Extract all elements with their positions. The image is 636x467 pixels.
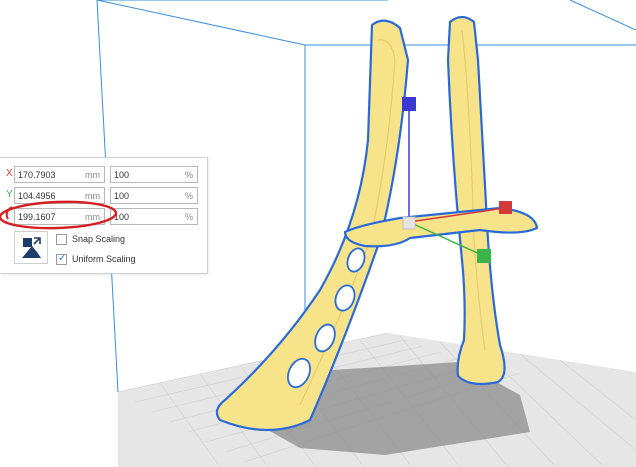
scale-tool-icon[interactable] xyxy=(14,231,48,264)
gizmo-x-handle[interactable] xyxy=(499,201,512,214)
y-size-input[interactable]: 104.4956 mm xyxy=(14,187,105,204)
axis-label-x: X xyxy=(6,168,13,179)
uniform-scaling-checkbox[interactable]: ✓ xyxy=(56,253,67,265)
y-percent-input[interactable]: 100 % xyxy=(110,187,198,204)
snap-scaling-label: Snap Scaling xyxy=(72,234,126,244)
gizmo-z-handle[interactable] xyxy=(402,97,416,111)
gizmo-center-handle[interactable] xyxy=(402,216,416,230)
snap-scaling-checkbox[interactable] xyxy=(56,234,67,245)
scale-row-y: Y 104.4956 mm 100 % xyxy=(0,187,207,204)
scale-row-x: X 170.7903 mm 100 % xyxy=(0,166,207,183)
x-size-input[interactable]: 170.7903 mm xyxy=(14,166,105,183)
scale-row-z: 199.1607 mm 100 % xyxy=(0,208,207,225)
x-percent-input[interactable]: 100 % xyxy=(110,166,198,183)
uniform-scaling-label: Uniform Scaling xyxy=(72,254,136,264)
gizmo-y-handle[interactable] xyxy=(477,249,491,263)
model-right-tower[interactable] xyxy=(446,15,506,386)
snap-scaling-option[interactable]: Snap Scaling xyxy=(56,234,196,248)
z-percent-input[interactable]: 100 % xyxy=(110,208,198,225)
scale-tool-panel: X 170.7903 mm 100 % Y 104.4956 mm 100 % … xyxy=(0,157,208,274)
uniform-scaling-option[interactable]: ✓ Uniform Scaling xyxy=(56,253,196,268)
checkmark-icon: ✓ xyxy=(58,253,67,264)
axis-label-y: Y xyxy=(6,189,13,200)
z-size-input[interactable]: 199.1607 mm xyxy=(14,208,105,225)
